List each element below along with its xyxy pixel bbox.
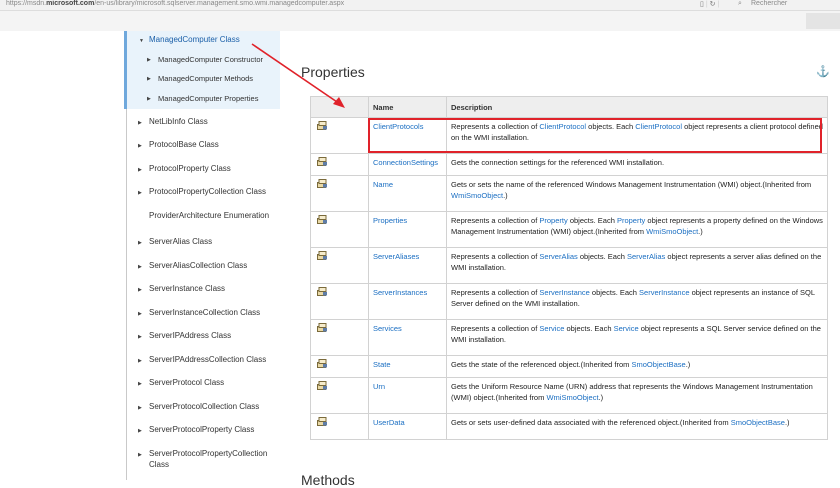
- annotation-arrow: [251, 43, 345, 108]
